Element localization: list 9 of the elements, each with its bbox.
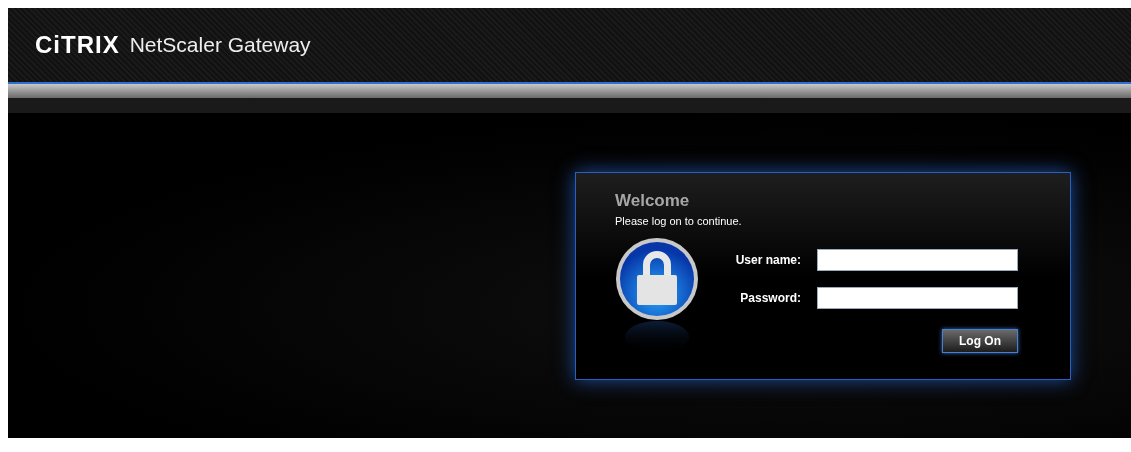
- field-label: User name:: [734, 252, 801, 267]
- log-on-button[interactable]: Log On: [942, 329, 1018, 354]
- field-label: Password:: [739, 291, 801, 305]
- product-name: NetScaler Gateway: [129, 33, 311, 57]
- login-instructions: Please log on to continue.: [615, 215, 743, 227]
- logo: CiTRIX: [35, 31, 120, 59]
- input-field[interactable]: [817, 287, 1018, 309]
- input-field[interactable]: [817, 248, 1018, 271]
- welcome-title: Welcome: [615, 191, 691, 211]
